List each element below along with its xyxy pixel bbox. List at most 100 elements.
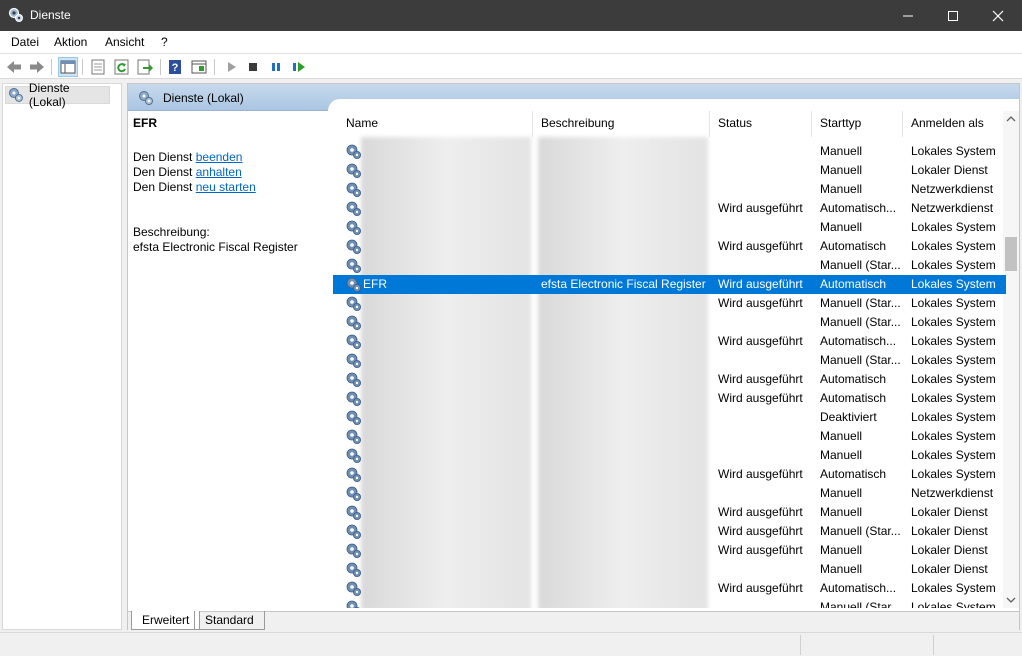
service-gear-icon [345,428,362,445]
cell-start: Deaktiviert [820,410,877,424]
menu-help[interactable]: ? [161,35,168,49]
service-row[interactable]: Deaktiviert Lokales System [333,408,1006,427]
service-row[interactable]: Manuell Netzwerkdienst [333,484,1006,503]
service-gear-icon [345,257,362,274]
cell-start: Manuell [820,543,863,557]
close-icon [992,10,1004,21]
service-row[interactable]: Manuell Lokales System [333,142,1006,161]
vertical-scrollbar[interactable] [1003,111,1019,608]
toolbar-separator [51,59,52,75]
close-button[interactable] [975,0,1021,31]
tree-item-services-local[interactable]: Dienste (Lokal) [5,81,110,109]
service-row[interactable]: Wird ausgeführt Automatisch... Lokales Sys… [333,332,1006,351]
scroll-up-icon[interactable] [1005,113,1017,125]
properties-button[interactable] [88,57,108,77]
service-row[interactable]: Manuell Lokaler Dienst [333,560,1006,579]
tab-standard[interactable]: Standard [194,611,265,630]
show-hide-console-tree-icon [60,60,76,74]
cell-start: Manuell (Star... [820,296,901,310]
menu-aktion[interactable]: Aktion [54,35,87,49]
cell-logon: Lokaler Dienst [911,543,988,557]
cell-start: Automatisch [820,372,887,386]
column-header-logon[interactable]: Anmelden als [903,111,1006,137]
refresh-button[interactable] [112,57,132,77]
menu-datei[interactable]: Datei [11,35,39,49]
cell-status: Wird ausgeführt [718,543,803,557]
scroll-down-icon[interactable] [1005,594,1017,606]
cell-logon: Netzwerkdienst [911,182,994,196]
services-list: ^ Name Beschreibung Status Starttyp Anme… [333,111,1019,608]
maximize-icon [948,10,958,21]
service-row[interactable]: Wird ausgeführt Automatisch Lokales System [333,465,1006,484]
description-label: Beschreibung: [133,225,210,239]
service-row[interactable]: Manuell Lokales System [333,446,1006,465]
services-panel: Dienste (Lokal) EFR Den Dienst beenden D… [127,83,1020,630]
service-row-selected[interactable]: EFR efsta Electronic Fiscal Register Wird … [333,275,1006,294]
service-row[interactable]: Manuell Netzwerkdienst [333,180,1006,199]
cell-logon: Lokales System [911,353,996,367]
show-hide-tree-button[interactable] [58,57,78,77]
column-header-name[interactable]: ^ Name [333,111,533,137]
cell-start: Manuell [820,182,863,196]
cell-logon: Lokaler Dienst [911,562,988,576]
cell-start: Manuell [820,486,863,500]
minimize-button[interactable] [885,0,931,31]
column-header-status[interactable]: Status [710,111,812,137]
back-button[interactable] [4,57,24,77]
service-row[interactable]: Wird ausgeführt Automatisch Lokales System [333,389,1006,408]
service-row[interactable]: Wird ausgeführt Automatisch Lokales System [333,370,1006,389]
service-row[interactable]: Manuell Lokales System [333,218,1006,237]
cell-logon: Lokaler Dienst [911,163,988,177]
column-header-description[interactable]: Beschreibung [533,111,710,137]
menu-ansicht[interactable]: Ansicht [105,35,144,49]
maximize-button[interactable] [930,0,976,31]
stop-service-button[interactable] [243,57,263,77]
service-row[interactable]: Manuell (Star... Lokales System [333,256,1006,275]
service-row[interactable]: Manuell (Star... Lokales System [333,351,1006,370]
service-row[interactable]: Wird ausgeführt Manuell (Star... Lokales S… [333,294,1006,313]
service-gear-icon [345,561,362,578]
service-gear-icon [345,295,362,312]
toolbar-separator [160,59,161,75]
help-button[interactable]: ? [165,57,185,77]
extended-view-icon [191,60,207,74]
start-service-button[interactable] [221,57,241,77]
restart-service-link[interactable]: neu starten [196,180,256,194]
stop-service-link[interactable]: beenden [196,150,243,164]
export-list-button[interactable] [135,57,155,77]
service-row[interactable]: Manuell Lokales System [333,427,1006,446]
tab-erweitert[interactable]: Erweitert [131,611,201,630]
service-row[interactable]: Wird ausgeführt Manuell Lokaler Dienst [333,541,1006,560]
pause-service-button[interactable] [266,57,286,77]
cell-start: Automatisch... [820,581,897,595]
forward-button[interactable] [27,57,47,77]
service-gear-icon [345,466,362,483]
service-gear-icon [345,485,362,502]
cell-start: Manuell [820,505,863,519]
service-row[interactable]: Wird ausgeführt Automatisch... Lokales Sys… [333,579,1006,598]
service-gear-icon [345,200,362,217]
cell-status: Wird ausgeführt [718,201,803,215]
tree-item-label: Dienste (Lokal) [28,81,70,109]
cell-logon: Lokales System [911,258,996,272]
service-gear-icon [345,181,362,198]
scrollbar-thumb[interactable] [1005,237,1017,271]
service-row[interactable]: Manuell Lokaler Dienst [333,161,1006,180]
service-row[interactable]: Wird ausgeführt Automatisch... Netzwerkdie… [333,199,1006,218]
service-row[interactable]: Manuell (Star... Lokales System [333,313,1006,332]
service-row[interactable]: Wird ausgeführt Manuell Lokaler Dienst [333,503,1006,522]
cell-status: Wird ausgeführt [718,296,803,310]
service-row[interactable]: Wird ausgeführt Manuell (Star... Lokaler D… [333,522,1006,541]
pause-service-link[interactable]: anhalten [196,165,242,179]
export-list-icon [137,59,153,75]
restart-service-button[interactable] [289,57,309,77]
action-line-restart: Den Dienst neu starten [133,180,256,194]
pause-service-icon [272,63,280,71]
cell-status: Wird ausgeführt [718,334,803,348]
service-row[interactable]: Wird ausgeführt Automatisch Lokales System [333,237,1006,256]
service-row[interactable]: Manuell (Star... Lokales System [333,598,1006,608]
extended-view-button[interactable] [189,57,209,77]
service-gear-icon [345,276,362,293]
service-gear-icon [345,219,362,236]
column-header-starttype[interactable]: Starttyp [812,111,903,137]
